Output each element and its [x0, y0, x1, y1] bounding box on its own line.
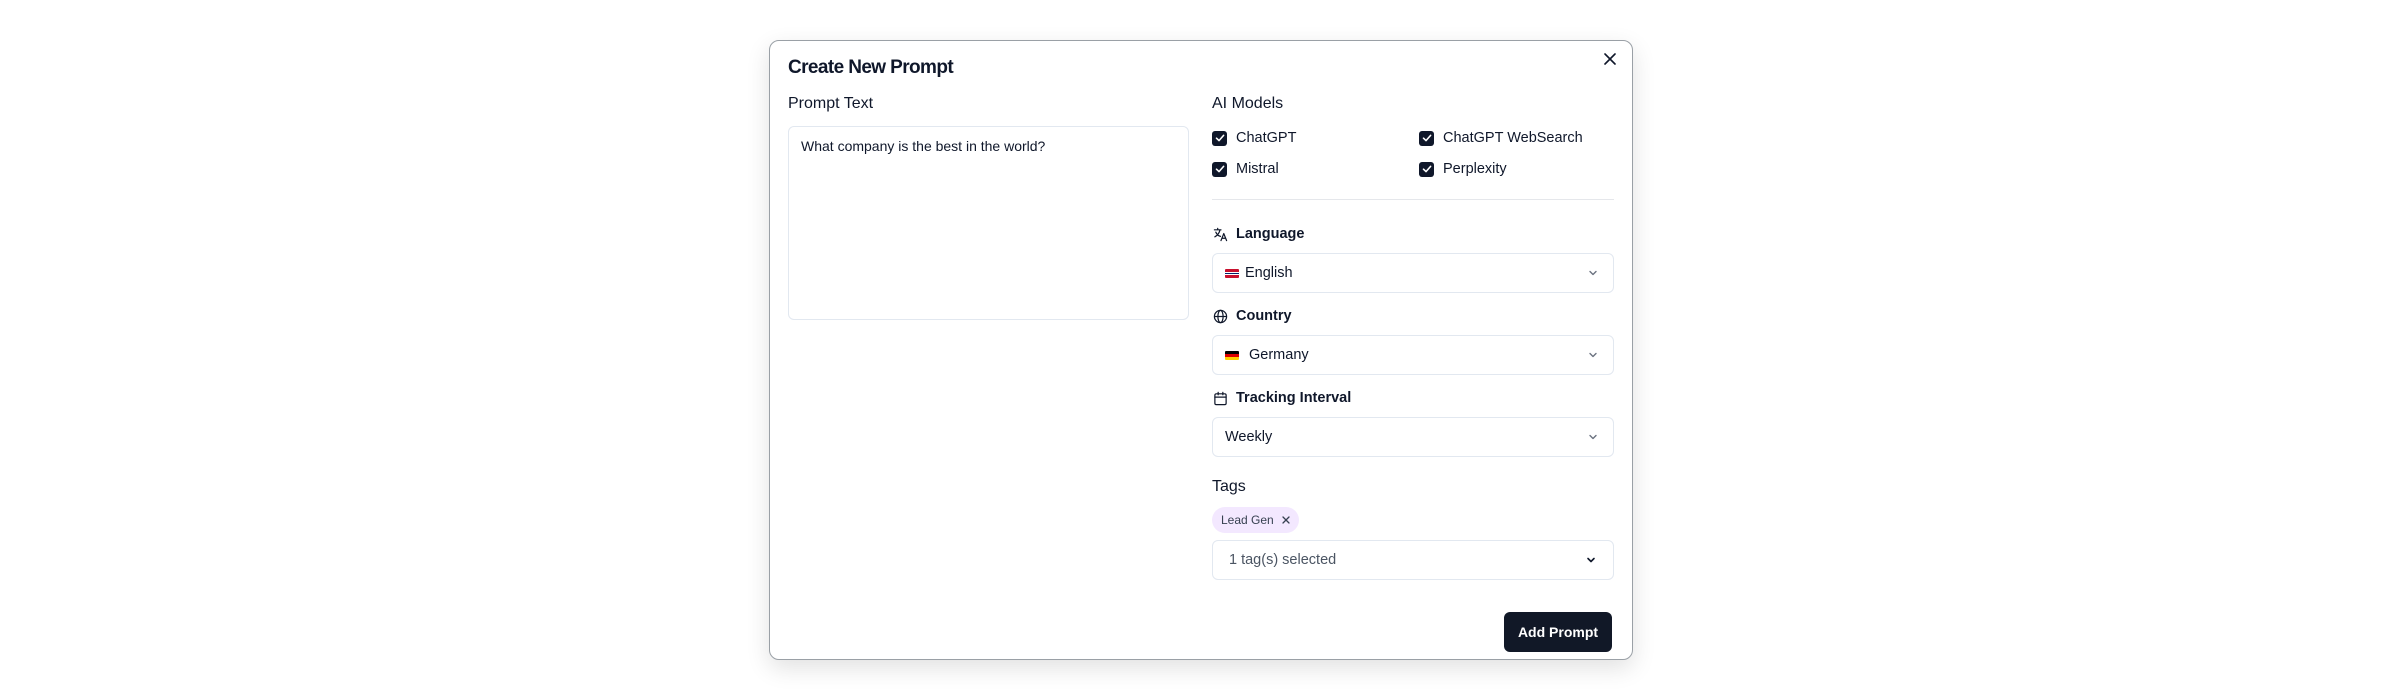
calendar-icon	[1212, 390, 1228, 406]
tag-chip: Lead Gen	[1212, 507, 1299, 533]
checkbox-checked[interactable]	[1419, 130, 1434, 146]
checkbox-checked[interactable]	[1212, 161, 1227, 177]
language-label: Language	[1212, 225, 1614, 243]
language-select[interactable]: English	[1212, 253, 1614, 293]
model-label: Mistral	[1236, 161, 1279, 177]
chevron-down-icon	[1587, 431, 1599, 447]
country-label: Country	[1212, 307, 1614, 325]
model-label: ChatGPT	[1236, 130, 1297, 146]
model-option-chatgpt[interactable]: ChatGPT	[1212, 129, 1419, 147]
remove-tag-button[interactable]	[1282, 516, 1290, 524]
globe-icon	[1212, 308, 1228, 324]
prompt-text-label: Prompt Text	[788, 95, 874, 112]
tags-select[interactable]: 1 tag(s) selected	[1212, 540, 1614, 580]
checkbox-checked[interactable]	[1419, 161, 1434, 177]
chevron-down-icon	[1585, 554, 1597, 570]
create-prompt-dialog: Create New Prompt Prompt Text What compa…	[769, 40, 1633, 660]
ai-models-label: AI Models	[1212, 95, 1284, 112]
tracking-interval-value: Weekly	[1225, 429, 1273, 445]
close-icon	[1604, 52, 1616, 70]
translate-icon	[1212, 226, 1228, 242]
checkbox-checked[interactable]	[1212, 130, 1227, 146]
chevron-down-icon	[1587, 267, 1599, 283]
tracking-interval-select[interactable]: Weekly	[1212, 417, 1614, 457]
country-select[interactable]: Germany	[1212, 335, 1614, 375]
check-icon	[1422, 134, 1431, 142]
language-label-text: Language	[1236, 226, 1305, 242]
check-icon	[1215, 165, 1224, 173]
model-option-chatgpt-websearch[interactable]: ChatGPT WebSearch	[1419, 129, 1614, 147]
prompt-column: Prompt Text What company is the best in …	[788, 93, 1189, 325]
tags-summary: 1 tag(s) selected	[1229, 552, 1337, 568]
prompt-text-input[interactable]: What company is the best in the world?	[788, 126, 1189, 320]
country-value: Germany	[1249, 347, 1309, 363]
model-label: ChatGPT WebSearch	[1443, 130, 1583, 146]
dialog-title: Create New Prompt	[788, 57, 954, 78]
models-grid: ChatGPT ChatGPT WebSearch Mistral Perple…	[1212, 129, 1614, 178]
divider	[1212, 199, 1614, 200]
model-label: Perplexity	[1443, 161, 1507, 177]
tracking-interval-label-text: Tracking Interval	[1236, 390, 1352, 406]
germany-flag-icon	[1225, 350, 1239, 360]
add-prompt-button[interactable]: Add Prompt	[1504, 612, 1612, 652]
model-option-perplexity[interactable]: Perplexity	[1419, 160, 1614, 178]
language-field: Language English	[1212, 225, 1614, 293]
settings-column: AI Models ChatGPT ChatGPT WebSearch Mist…	[1212, 93, 1614, 580]
country-label-text: Country	[1236, 308, 1292, 324]
country-field: Country Germany	[1212, 307, 1614, 375]
model-option-mistral[interactable]: Mistral	[1212, 160, 1419, 178]
uk-flag-icon	[1225, 268, 1239, 278]
language-value: English	[1245, 265, 1293, 281]
chevron-down-icon	[1587, 349, 1599, 365]
tracking-interval-label: Tracking Interval	[1212, 389, 1614, 407]
tag-chip-label: Lead Gen	[1221, 513, 1274, 527]
check-icon	[1422, 165, 1431, 173]
tags-label: Tags	[1212, 478, 1246, 495]
tracking-interval-field: Tracking Interval Weekly	[1212, 389, 1614, 457]
check-icon	[1215, 134, 1224, 142]
close-button[interactable]	[1598, 49, 1622, 73]
close-icon	[1282, 516, 1290, 524]
